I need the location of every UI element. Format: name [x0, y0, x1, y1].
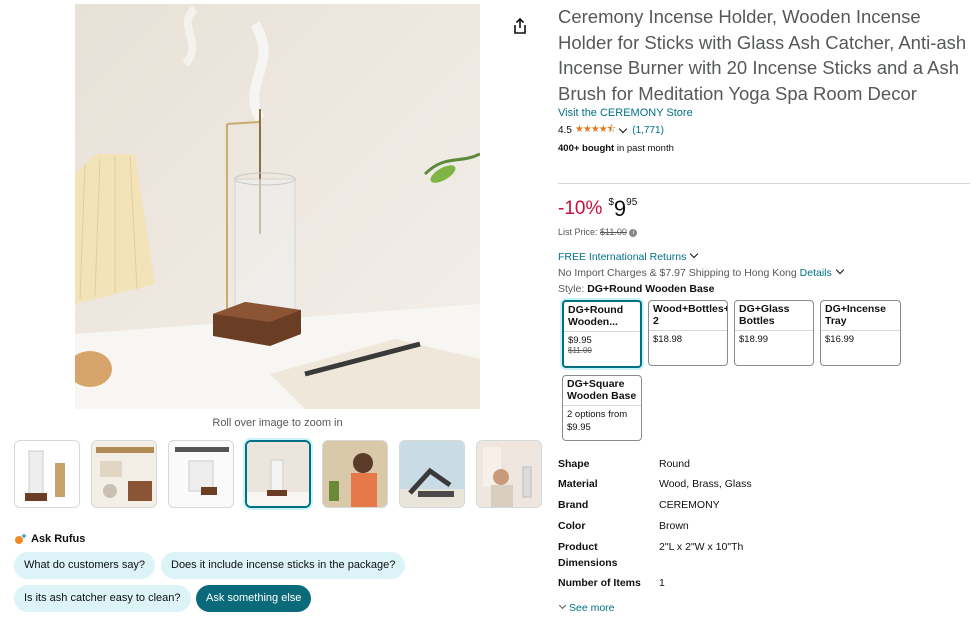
- rufus-chip-ash-catcher[interactable]: Is its ash catcher easy to clean?: [14, 585, 191, 612]
- chevron-down-icon[interactable]: [619, 124, 628, 134]
- option-name: DG+Square Wooden Base: [563, 376, 641, 406]
- star-rating-icon[interactable]: ★★★★⯪: [575, 122, 616, 139]
- thumbnail[interactable]: [476, 440, 542, 508]
- price-fraction: 95: [626, 197, 638, 208]
- list-price: List Price: $11.00 i: [558, 227, 638, 237]
- chevron-down-icon: [558, 601, 567, 610]
- product-title: Ceremony Incense Holder, Wooden Incense …: [558, 6, 967, 104]
- ask-rufus-header: Ask Rufus: [14, 532, 85, 545]
- option-strike-price: $11.00: [568, 346, 592, 355]
- see-more-text: See more: [569, 602, 615, 614]
- zoom-hint: Roll over image to zoom in: [212, 417, 343, 429]
- style-selected: DG+Round Wooden Base: [587, 283, 715, 295]
- bought-count: 400+ bought in past month: [558, 143, 970, 154]
- main-product-image[interactable]: [75, 4, 480, 409]
- price-whole: 9: [613, 196, 627, 221]
- thumbnail[interactable]: [168, 440, 234, 508]
- thumbnail[interactable]: [399, 440, 465, 508]
- option-name: DG+Glass Bottles: [735, 301, 813, 331]
- ask-rufus-title: Ask Rufus: [31, 532, 86, 545]
- thumbnail-strip: [14, 440, 544, 508]
- rating-count[interactable]: (1,771): [632, 125, 664, 136]
- option-price: 2 options from: [567, 409, 628, 420]
- rating-row: 4.5 ★★★★⯪ (1,771): [558, 122, 970, 139]
- style-option-dg-round[interactable]: DG+Round Wooden... $9.95 $11.00: [562, 300, 642, 368]
- chevron-down-icon[interactable]: [690, 249, 699, 259]
- share-icon[interactable]: [510, 16, 530, 36]
- style-option-dg-square[interactable]: DG+Square Wooden Base 2 options from $9.…: [562, 375, 642, 441]
- thumbnail[interactable]: [322, 440, 388, 508]
- spec-value: 1: [659, 577, 665, 589]
- store-link[interactable]: Visit the CEREMONY Store: [558, 107, 970, 119]
- spec-value: Round: [659, 458, 690, 470]
- spec-key: Product Dimensions: [558, 541, 618, 569]
- import-text: No Import Charges & $7.97 Shipping to Ho…: [558, 267, 800, 279]
- list-price-value: $11.00: [600, 227, 627, 237]
- rufus-icon: [14, 532, 27, 545]
- style-label: Style: DG+Round Wooden Base: [558, 283, 714, 295]
- thumbnail[interactable]: [91, 440, 157, 508]
- option-name: DG+Incense Tray: [821, 301, 900, 331]
- list-price-label: List Price:: [558, 227, 601, 237]
- discount-percent: -10%: [558, 198, 603, 219]
- divider: [558, 183, 970, 184]
- info-icon[interactable]: i: [629, 228, 638, 237]
- rating-value: 4.5: [558, 125, 572, 136]
- details-link[interactable]: Details: [800, 267, 832, 279]
- thumbnail[interactable]: [14, 440, 80, 508]
- style-option-dg-glass[interactable]: DG+Glass Bottles $18.99: [734, 300, 814, 366]
- spec-value: CEREMONY: [659, 499, 720, 511]
- option-price: $18.98: [653, 334, 683, 345]
- free-returns-text: FREE International Returns: [558, 251, 687, 263]
- bought-bold: 400+ bought: [558, 143, 615, 154]
- option-price-from: $9.95: [567, 422, 591, 433]
- spec-key: Number of Items: [558, 577, 641, 589]
- style-option-dg-incense-tray[interactable]: DG+Incense Tray $16.99: [820, 300, 901, 366]
- free-returns-link[interactable]: FREE International Returns: [558, 249, 700, 263]
- bought-rest: in past month: [614, 143, 674, 154]
- option-price: $16.99: [825, 334, 855, 345]
- spec-value: Brown: [659, 520, 689, 532]
- spec-key: Shape: [558, 458, 590, 470]
- chevron-down-icon[interactable]: [835, 265, 844, 275]
- style-option-wood-bottles[interactable]: Wood+Bottles+Square 2 $18.98: [648, 300, 728, 366]
- rufus-chip-ask-something[interactable]: Ask something else: [196, 585, 312, 612]
- style-label-text: Style:: [558, 283, 588, 295]
- option-name: Wood+Bottles+Square 2: [649, 301, 727, 331]
- import-shipping: No Import Charges & $7.97 Shipping to Ho…: [558, 265, 846, 279]
- option-price: $9.95: [568, 335, 592, 346]
- rufus-chip-customers-say[interactable]: What do customers say?: [14, 552, 156, 579]
- price-row: -10% $ 9 95: [558, 196, 637, 222]
- spec-key: Material: [558, 478, 598, 490]
- spec-value: 2"L x 2"W x 10"Th: [659, 541, 744, 553]
- see-more-link[interactable]: See more: [558, 601, 615, 614]
- rufus-chip-incense-sticks[interactable]: Does it include incense sticks in the pa…: [161, 552, 406, 579]
- option-name: DG+Round Wooden...: [564, 302, 640, 332]
- spec-key: Color: [558, 520, 586, 532]
- thumbnail-selected[interactable]: [245, 440, 311, 508]
- spec-key: Brand: [558, 499, 589, 511]
- spec-value: Wood, Brass, Glass: [659, 478, 752, 490]
- product-info: Ceremony Incense Holder, Wooden Incense …: [558, 4, 970, 154]
- option-price: $18.99: [739, 334, 769, 345]
